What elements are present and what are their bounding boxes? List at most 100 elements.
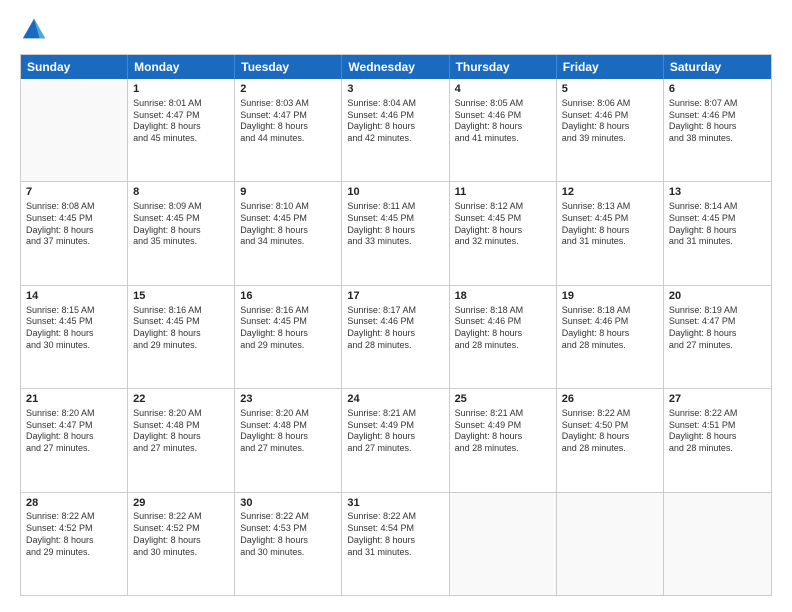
page: SundayMondayTuesdayWednesdayThursdayFrid… — [0, 0, 792, 612]
cal-cell-2-1: 7Sunrise: 8:08 AMSunset: 4:45 PMDaylight… — [21, 182, 128, 284]
cal-cell-4-7: 27Sunrise: 8:22 AMSunset: 4:51 PMDayligh… — [664, 389, 771, 491]
cell-info: Sunrise: 8:12 AMSunset: 4:45 PMDaylight:… — [455, 201, 551, 248]
cell-info: Sunrise: 8:05 AMSunset: 4:46 PMDaylight:… — [455, 98, 551, 145]
cell-info: Sunrise: 8:21 AMSunset: 4:49 PMDaylight:… — [347, 408, 443, 455]
cal-cell-4-1: 21Sunrise: 8:20 AMSunset: 4:47 PMDayligh… — [21, 389, 128, 491]
day-number: 13 — [669, 185, 766, 200]
cal-cell-1-2: 1Sunrise: 8:01 AMSunset: 4:47 PMDaylight… — [128, 79, 235, 181]
cal-cell-2-7: 13Sunrise: 8:14 AMSunset: 4:45 PMDayligh… — [664, 182, 771, 284]
cal-cell-4-2: 22Sunrise: 8:20 AMSunset: 4:48 PMDayligh… — [128, 389, 235, 491]
day-number: 12 — [562, 185, 658, 200]
cal-cell-1-3: 2Sunrise: 8:03 AMSunset: 4:47 PMDaylight… — [235, 79, 342, 181]
day-number: 19 — [562, 289, 658, 304]
cell-info: Sunrise: 8:15 AMSunset: 4:45 PMDaylight:… — [26, 305, 122, 352]
cell-info: Sunrise: 8:08 AMSunset: 4:45 PMDaylight:… — [26, 201, 122, 248]
day-number: 11 — [455, 185, 551, 200]
cal-cell-2-6: 12Sunrise: 8:13 AMSunset: 4:45 PMDayligh… — [557, 182, 664, 284]
header-day-saturday: Saturday — [664, 55, 771, 79]
header-day-monday: Monday — [128, 55, 235, 79]
day-number: 29 — [133, 496, 229, 511]
cal-cell-3-7: 20Sunrise: 8:19 AMSunset: 4:47 PMDayligh… — [664, 286, 771, 388]
cell-info: Sunrise: 8:19 AMSunset: 4:47 PMDaylight:… — [669, 305, 766, 352]
day-number: 17 — [347, 289, 443, 304]
cell-info: Sunrise: 8:09 AMSunset: 4:45 PMDaylight:… — [133, 201, 229, 248]
day-number: 16 — [240, 289, 336, 304]
cal-cell-4-5: 25Sunrise: 8:21 AMSunset: 4:49 PMDayligh… — [450, 389, 557, 491]
cal-cell-2-2: 8Sunrise: 8:09 AMSunset: 4:45 PMDaylight… — [128, 182, 235, 284]
cell-info: Sunrise: 8:06 AMSunset: 4:46 PMDaylight:… — [562, 98, 658, 145]
cal-cell-1-7: 6Sunrise: 8:07 AMSunset: 4:46 PMDaylight… — [664, 79, 771, 181]
calendar: SundayMondayTuesdayWednesdayThursdayFrid… — [20, 54, 772, 596]
header-day-wednesday: Wednesday — [342, 55, 449, 79]
cell-info: Sunrise: 8:07 AMSunset: 4:46 PMDaylight:… — [669, 98, 766, 145]
day-number: 3 — [347, 82, 443, 97]
cal-cell-4-4: 24Sunrise: 8:21 AMSunset: 4:49 PMDayligh… — [342, 389, 449, 491]
header-day-tuesday: Tuesday — [235, 55, 342, 79]
cell-info: Sunrise: 8:13 AMSunset: 4:45 PMDaylight:… — [562, 201, 658, 248]
day-number: 15 — [133, 289, 229, 304]
cal-cell-2-3: 9Sunrise: 8:10 AMSunset: 4:45 PMDaylight… — [235, 182, 342, 284]
day-number: 14 — [26, 289, 122, 304]
cell-info: Sunrise: 8:22 AMSunset: 4:53 PMDaylight:… — [240, 511, 336, 558]
day-number: 2 — [240, 82, 336, 97]
cal-cell-4-6: 26Sunrise: 8:22 AMSunset: 4:50 PMDayligh… — [557, 389, 664, 491]
day-number: 26 — [562, 392, 658, 407]
logo — [20, 16, 52, 44]
header-day-sunday: Sunday — [21, 55, 128, 79]
cal-cell-2-5: 11Sunrise: 8:12 AMSunset: 4:45 PMDayligh… — [450, 182, 557, 284]
cell-info: Sunrise: 8:22 AMSunset: 4:52 PMDaylight:… — [26, 511, 122, 558]
cal-cell-3-2: 15Sunrise: 8:16 AMSunset: 4:45 PMDayligh… — [128, 286, 235, 388]
calendar-header: SundayMondayTuesdayWednesdayThursdayFrid… — [21, 55, 771, 79]
cal-cell-3-4: 17Sunrise: 8:17 AMSunset: 4:46 PMDayligh… — [342, 286, 449, 388]
header-day-friday: Friday — [557, 55, 664, 79]
cal-cell-5-7 — [664, 493, 771, 595]
cell-info: Sunrise: 8:03 AMSunset: 4:47 PMDaylight:… — [240, 98, 336, 145]
cell-info: Sunrise: 8:11 AMSunset: 4:45 PMDaylight:… — [347, 201, 443, 248]
cal-cell-3-6: 19Sunrise: 8:18 AMSunset: 4:46 PMDayligh… — [557, 286, 664, 388]
cell-info: Sunrise: 8:20 AMSunset: 4:48 PMDaylight:… — [240, 408, 336, 455]
cell-info: Sunrise: 8:22 AMSunset: 4:51 PMDaylight:… — [669, 408, 766, 455]
day-number: 22 — [133, 392, 229, 407]
cell-info: Sunrise: 8:16 AMSunset: 4:45 PMDaylight:… — [133, 305, 229, 352]
day-number: 30 — [240, 496, 336, 511]
header-day-thursday: Thursday — [450, 55, 557, 79]
week-row-1: 1Sunrise: 8:01 AMSunset: 4:47 PMDaylight… — [21, 79, 771, 181]
day-number: 25 — [455, 392, 551, 407]
day-number: 5 — [562, 82, 658, 97]
header — [20, 16, 772, 44]
cal-cell-5-1: 28Sunrise: 8:22 AMSunset: 4:52 PMDayligh… — [21, 493, 128, 595]
day-number: 6 — [669, 82, 766, 97]
cell-info: Sunrise: 8:18 AMSunset: 4:46 PMDaylight:… — [455, 305, 551, 352]
cal-cell-5-4: 31Sunrise: 8:22 AMSunset: 4:54 PMDayligh… — [342, 493, 449, 595]
day-number: 27 — [669, 392, 766, 407]
day-number: 4 — [455, 82, 551, 97]
week-row-5: 28Sunrise: 8:22 AMSunset: 4:52 PMDayligh… — [21, 492, 771, 595]
day-number: 24 — [347, 392, 443, 407]
cal-cell-4-3: 23Sunrise: 8:20 AMSunset: 4:48 PMDayligh… — [235, 389, 342, 491]
cal-cell-2-4: 10Sunrise: 8:11 AMSunset: 4:45 PMDayligh… — [342, 182, 449, 284]
cell-info: Sunrise: 8:14 AMSunset: 4:45 PMDaylight:… — [669, 201, 766, 248]
cell-info: Sunrise: 8:16 AMSunset: 4:45 PMDaylight:… — [240, 305, 336, 352]
cal-cell-3-3: 16Sunrise: 8:16 AMSunset: 4:45 PMDayligh… — [235, 286, 342, 388]
cell-info: Sunrise: 8:20 AMSunset: 4:48 PMDaylight:… — [133, 408, 229, 455]
week-row-4: 21Sunrise: 8:20 AMSunset: 4:47 PMDayligh… — [21, 388, 771, 491]
cell-info: Sunrise: 8:22 AMSunset: 4:52 PMDaylight:… — [133, 511, 229, 558]
week-row-3: 14Sunrise: 8:15 AMSunset: 4:45 PMDayligh… — [21, 285, 771, 388]
day-number: 7 — [26, 185, 122, 200]
cal-cell-5-2: 29Sunrise: 8:22 AMSunset: 4:52 PMDayligh… — [128, 493, 235, 595]
day-number: 23 — [240, 392, 336, 407]
cell-info: Sunrise: 8:18 AMSunset: 4:46 PMDaylight:… — [562, 305, 658, 352]
day-number: 10 — [347, 185, 443, 200]
cell-info: Sunrise: 8:17 AMSunset: 4:46 PMDaylight:… — [347, 305, 443, 352]
cal-cell-3-5: 18Sunrise: 8:18 AMSunset: 4:46 PMDayligh… — [450, 286, 557, 388]
cal-cell-1-6: 5Sunrise: 8:06 AMSunset: 4:46 PMDaylight… — [557, 79, 664, 181]
cal-cell-1-4: 3Sunrise: 8:04 AMSunset: 4:46 PMDaylight… — [342, 79, 449, 181]
cell-info: Sunrise: 8:22 AMSunset: 4:50 PMDaylight:… — [562, 408, 658, 455]
day-number: 31 — [347, 496, 443, 511]
cal-cell-1-1 — [21, 79, 128, 181]
calendar-body: 1Sunrise: 8:01 AMSunset: 4:47 PMDaylight… — [21, 79, 771, 595]
cell-info: Sunrise: 8:10 AMSunset: 4:45 PMDaylight:… — [240, 201, 336, 248]
cal-cell-5-5 — [450, 493, 557, 595]
cal-cell-3-1: 14Sunrise: 8:15 AMSunset: 4:45 PMDayligh… — [21, 286, 128, 388]
cal-cell-1-5: 4Sunrise: 8:05 AMSunset: 4:46 PMDaylight… — [450, 79, 557, 181]
